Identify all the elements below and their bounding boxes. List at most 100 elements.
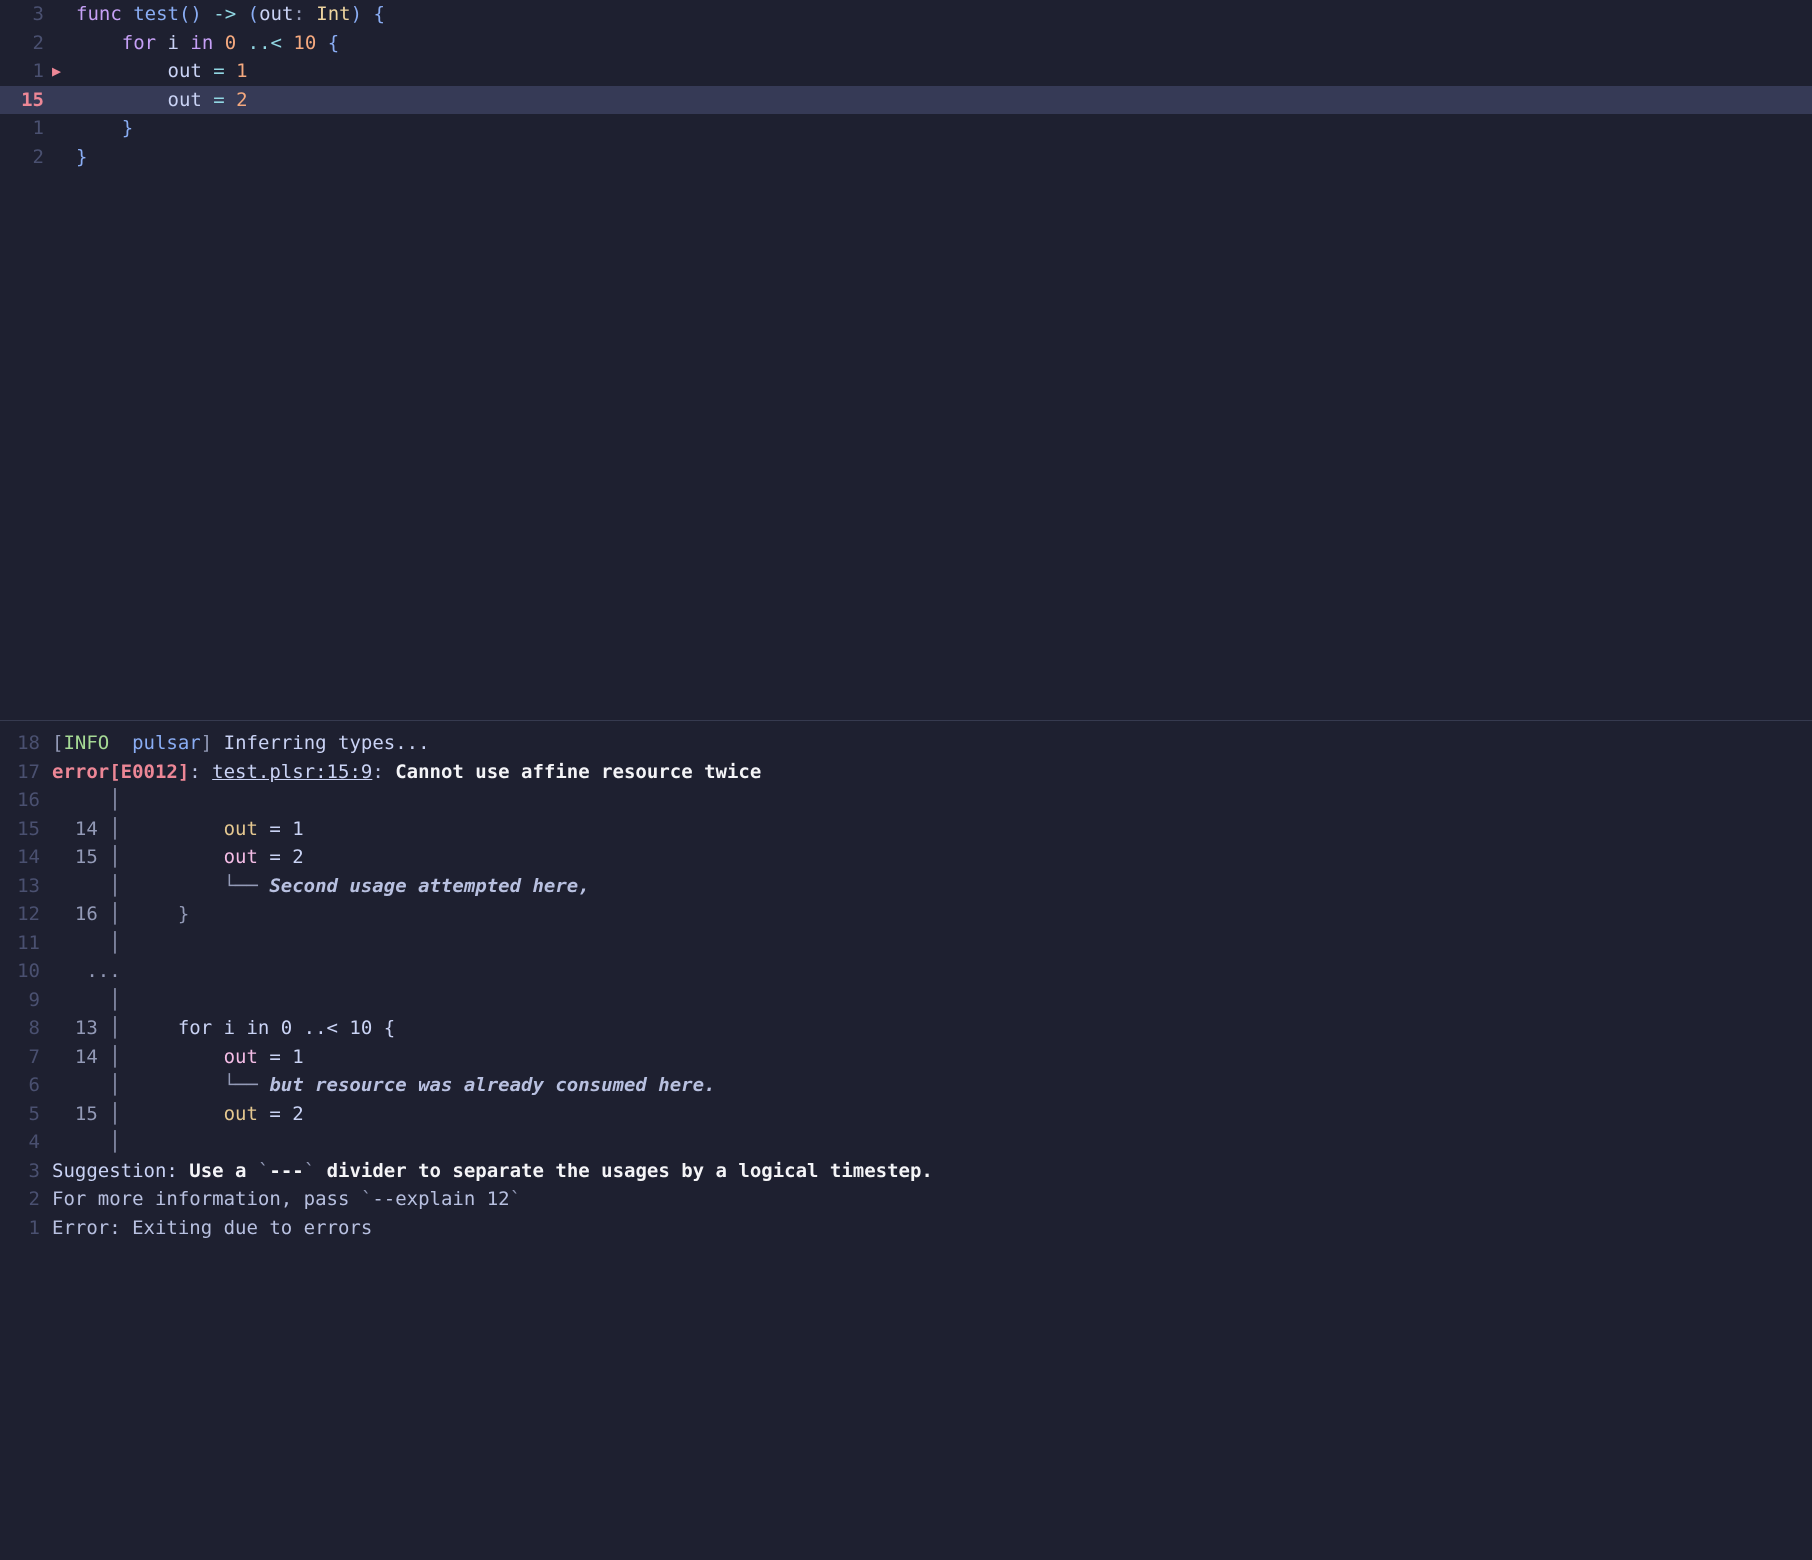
code-token: in [190, 32, 224, 54]
terminal-token: Cannot use affine resource twice [395, 761, 761, 783]
terminal-content: error[E0012]: test.plsr:15:9: Cannot use… [52, 758, 1812, 787]
editor-pane[interactable]: 3func test() -> (out: Int) {2 for i in 0… [0, 0, 1812, 720]
terminal-line-number: 5 [0, 1100, 52, 1129]
terminal-token: = 2 [258, 1103, 304, 1125]
terminal-line-number: 14 [0, 843, 52, 872]
code-line[interactable]: 15 out = 2 [0, 86, 1812, 115]
terminal-token: │ [52, 875, 224, 897]
terminal-token: 14 │ [52, 1046, 224, 1068]
code-token [76, 89, 168, 111]
terminal-line: 12 16 │ } [0, 900, 1812, 929]
terminal-content: 16 │ } [52, 900, 1812, 929]
terminal-token: out [224, 1103, 258, 1125]
line-number: 3 [0, 0, 52, 29]
terminal-token: 14 │ [52, 818, 224, 840]
code-content[interactable]: out = 2 [76, 86, 1812, 115]
terminal-token: Use a [189, 1160, 258, 1182]
terminal-token: │ [52, 932, 121, 954]
terminal-content: 13 │ for i in 0 ..< 10 { [52, 1014, 1812, 1043]
terminal-content: ... [52, 957, 1812, 986]
terminal-line-number: 6 [0, 1071, 52, 1100]
terminal-line-number: 10 [0, 957, 52, 986]
code-token [76, 117, 122, 139]
terminal-line: 7 14 │ out = 1 [0, 1043, 1812, 1072]
code-content[interactable]: for i in 0 ..< 10 { [76, 29, 1812, 58]
terminal-content: │ [52, 929, 1812, 958]
terminal-token: error[E0012] [52, 761, 189, 783]
line-number: 2 [0, 143, 52, 172]
terminal-token: 15 │ [52, 1103, 224, 1125]
terminal-token: └── [224, 875, 270, 897]
terminal-pane[interactable]: 18[INFO pulsar] Inferring types...17erro… [0, 720, 1812, 1242]
code-token: for [122, 32, 168, 54]
terminal-line: 8 13 │ for i in 0 ..< 10 { [0, 1014, 1812, 1043]
code-token: : [293, 3, 316, 25]
code-token [76, 60, 168, 82]
code-content[interactable]: func test() -> (out: Int) { [76, 0, 1812, 29]
line-number: 2 [0, 29, 52, 58]
terminal-line-number: 9 [0, 986, 52, 1015]
terminal-token: divider to separate the usages by a logi… [315, 1160, 933, 1182]
breakpoint-marker-icon[interactable]: ▶ [52, 60, 76, 83]
code-token: 2 [236, 89, 247, 111]
terminal-line-number: 12 [0, 900, 52, 929]
code-line[interactable]: 1 } [0, 114, 1812, 143]
terminal-line: 10 ... [0, 957, 1812, 986]
terminal-token: = 1 [258, 1046, 304, 1068]
terminal-token: Inferring types... [224, 732, 430, 754]
terminal-line-number: 18 [0, 729, 52, 758]
code-line[interactable]: 2} [0, 143, 1812, 172]
terminal-line: 3Suggestion: Use a `---` divider to sepa… [0, 1157, 1812, 1186]
code-line[interactable]: 2 for i in 0 ..< 10 { [0, 29, 1812, 58]
code-token: = [213, 60, 236, 82]
terminal-line: 18[INFO pulsar] Inferring types... [0, 729, 1812, 758]
code-token: } [76, 146, 87, 168]
line-number: 1 [0, 57, 52, 86]
terminal-token: ` [361, 1188, 372, 1210]
terminal-line: 1Error: Exiting due to errors [0, 1214, 1812, 1243]
terminal-content: │ [52, 1128, 1812, 1157]
terminal-line-number: 2 [0, 1185, 52, 1214]
code-token: out [259, 3, 293, 25]
code-token: 0 [225, 32, 248, 54]
code-content[interactable]: out = 1 [76, 57, 1812, 86]
terminal-token: Suggestion: [52, 1160, 189, 1182]
code-content[interactable]: } [76, 143, 1812, 172]
terminal-line-number: 17 [0, 758, 52, 787]
terminal-token: out [224, 846, 258, 868]
terminal-content: [INFO pulsar] Inferring types... [52, 729, 1812, 758]
terminal-line: 5 15 │ out = 2 [0, 1100, 1812, 1129]
terminal-line: 15 14 │ out = 1 [0, 815, 1812, 844]
terminal-token: 13 │ [52, 1017, 178, 1039]
terminal-token: ` [510, 1188, 521, 1210]
code-token: } [122, 117, 133, 139]
terminal-token: └── [224, 1074, 270, 1096]
code-token: 1 [236, 60, 247, 82]
terminal-line: 16 │ [0, 786, 1812, 815]
terminal-token: out [224, 818, 258, 840]
terminal-token: 15 │ [52, 846, 224, 868]
terminal-token: 16 │ } [52, 903, 189, 925]
code-token: out [168, 89, 214, 111]
code-line[interactable]: 3 func test() -> (out: Int) { [0, 0, 1812, 29]
terminal-token: : [189, 761, 212, 783]
terminal-content: 14 │ out = 1 [52, 815, 1812, 844]
code-line[interactable]: 1▶ out = 1 [0, 57, 1812, 86]
code-token: 10 [293, 32, 327, 54]
terminal-content: │ └── Second usage attempted here, [52, 872, 1812, 901]
code-token: test [133, 3, 179, 25]
terminal-token: │ [52, 1074, 224, 1096]
code-content[interactable]: } [76, 114, 1812, 143]
terminal-token: but resource was already consumed here. [269, 1074, 715, 1096]
terminal-token: for i in 0 ..< 10 { [178, 1017, 395, 1039]
code-token: i [168, 32, 191, 54]
terminal-content: 15 │ out = 2 [52, 843, 1812, 872]
terminal-token: ` [258, 1160, 269, 1182]
terminal-line: 14 15 │ out = 2 [0, 843, 1812, 872]
code-token: ..< [248, 32, 294, 54]
terminal-line-number: 16 [0, 786, 52, 815]
terminal-line-number: 1 [0, 1214, 52, 1243]
terminal-line: 9 │ [0, 986, 1812, 1015]
terminal-line-number: 4 [0, 1128, 52, 1157]
code-token [76, 32, 122, 54]
